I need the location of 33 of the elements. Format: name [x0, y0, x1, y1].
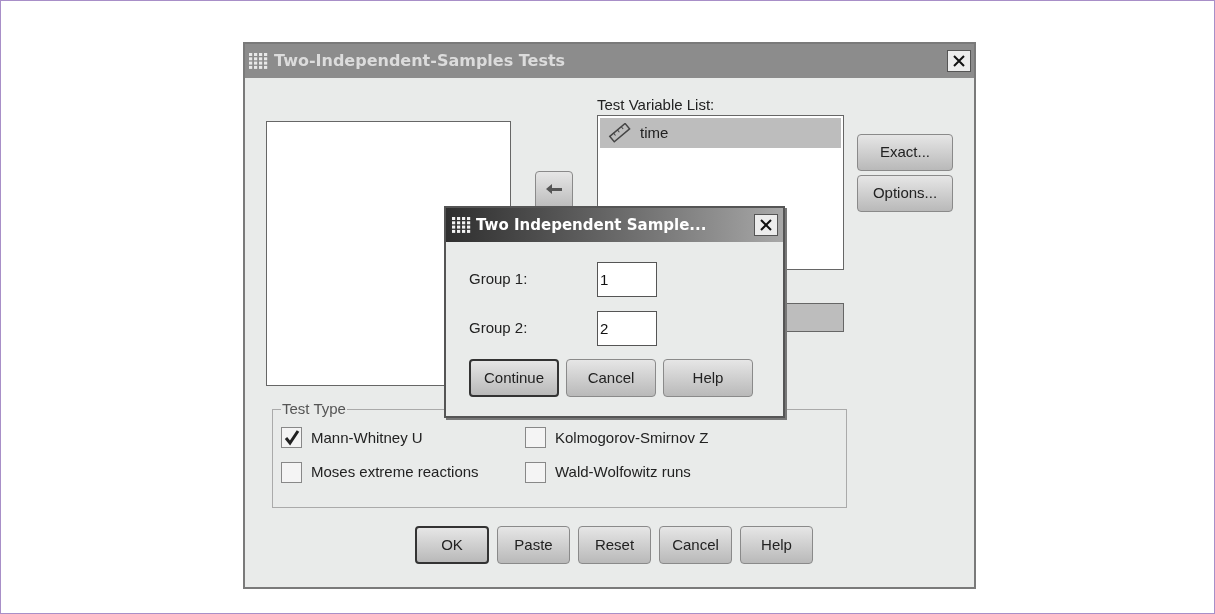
- checkbox[interactable]: [525, 427, 546, 449]
- close-button[interactable]: [754, 214, 778, 236]
- dialog-button[interactable]: Paste: [497, 526, 570, 564]
- field-label: Group 2:: [469, 318, 529, 339]
- checkbox[interactable]: [281, 427, 302, 449]
- variable-list-item[interactable]: time: [600, 118, 841, 148]
- dialog-button[interactable]: Continue: [469, 359, 559, 397]
- ruler-icon: [608, 123, 632, 143]
- app-grid-icon: [248, 52, 268, 70]
- window-title: Two-Independent-Samples Tests: [274, 50, 567, 72]
- checkbox-label: Moses extreme reactions: [311, 462, 479, 482]
- checkbox[interactable]: [525, 461, 546, 483]
- dialog-button[interactable]: Help: [740, 526, 813, 564]
- dialog-button[interactable]: Cancel: [566, 359, 656, 397]
- checkbox-label: Kolmogorov-Smirnov Z: [555, 427, 709, 448]
- input-field[interactable]: 2: [597, 311, 657, 346]
- checkbox-label: Wald-Wolfowitz runs: [555, 462, 691, 482]
- group-label: Test Type: [281, 399, 347, 419]
- dialog-button[interactable]: Cancel: [659, 526, 732, 564]
- checkbox[interactable]: [281, 461, 302, 483]
- dialog-button[interactable]: Help: [663, 359, 753, 397]
- list-label: Test Variable List:: [597, 95, 716, 115]
- app-grid-icon: [451, 216, 471, 234]
- dialog-button[interactable]: OK: [415, 526, 489, 564]
- field-label: Group 1:: [469, 269, 529, 290]
- dialog-button[interactable]: Exact...: [857, 134, 953, 171]
- close-icon: [952, 54, 966, 68]
- input-field[interactable]: 1: [597, 262, 657, 297]
- close-button[interactable]: [947, 50, 971, 72]
- close-icon: [759, 218, 773, 232]
- dialog-button[interactable]: Reset: [578, 526, 651, 564]
- dialog-button[interactable]: Options...: [857, 175, 953, 212]
- checkbox-label: Mann-Whitney U: [311, 427, 423, 448]
